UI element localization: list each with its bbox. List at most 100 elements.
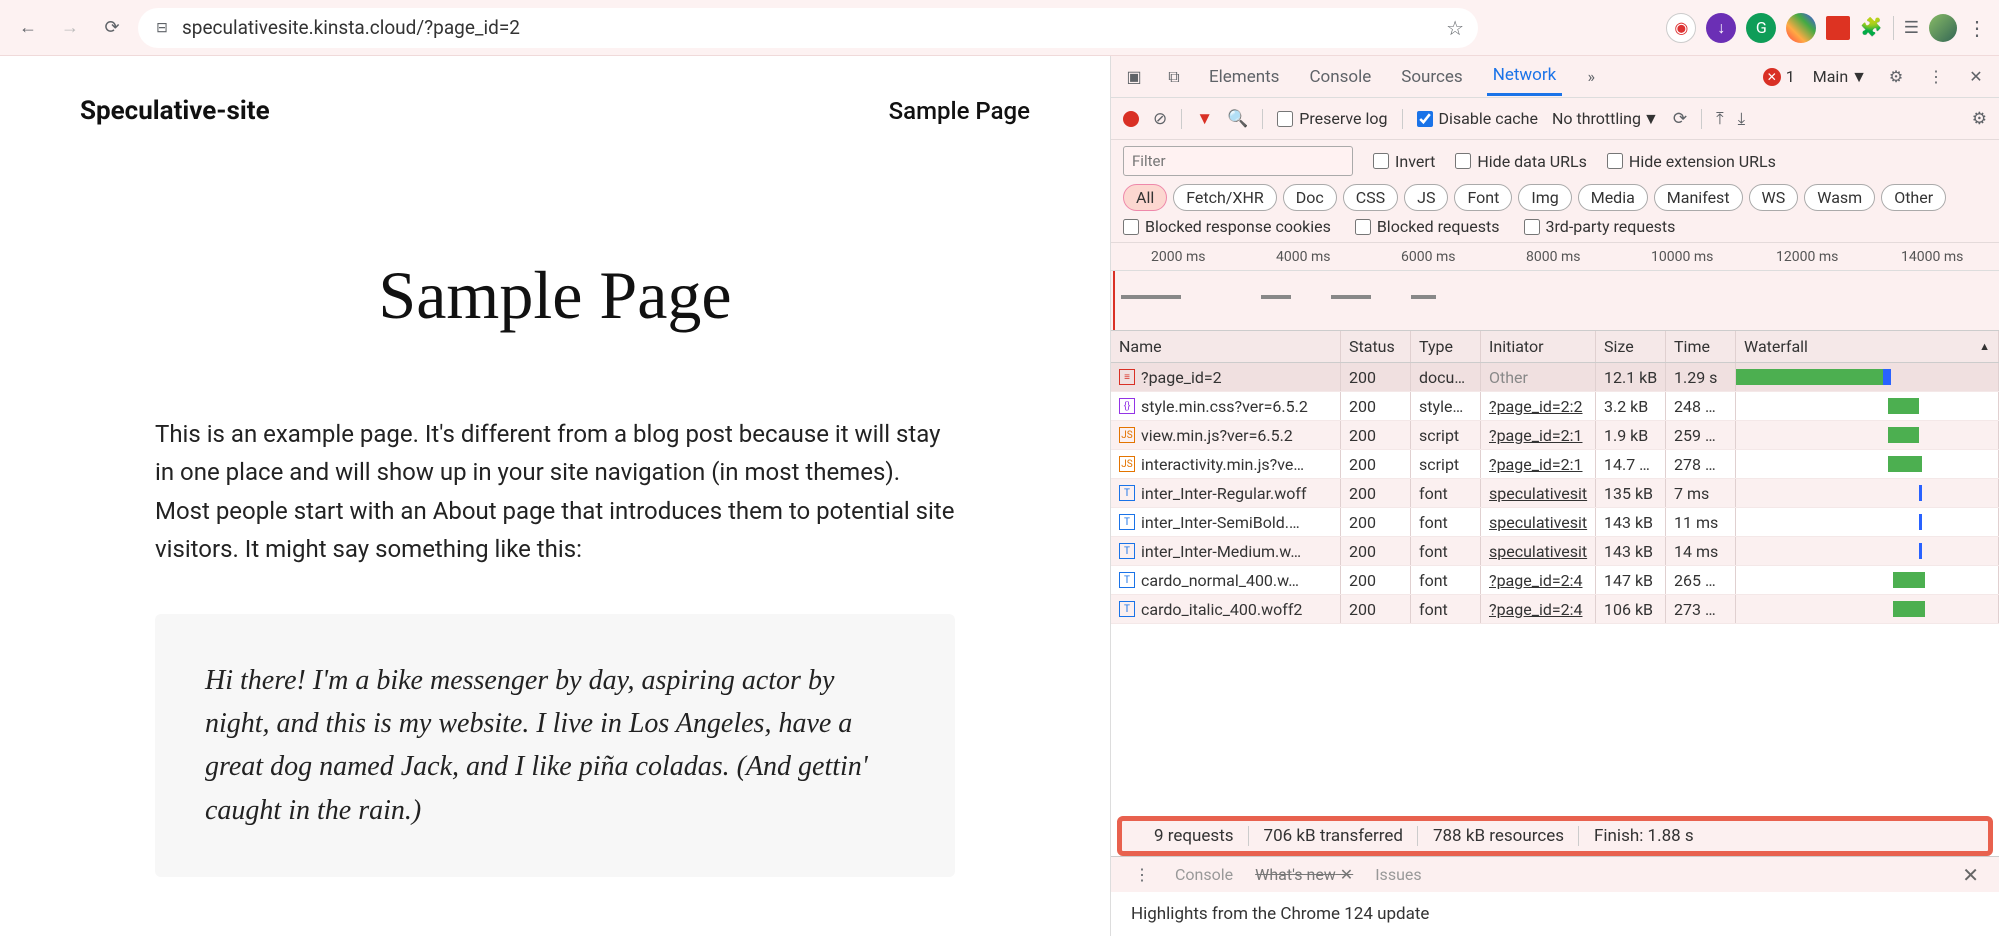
extensions-menu-icon[interactable]: 🧩 (1860, 17, 1882, 38)
timeline-tick: 8000 ms (1526, 249, 1580, 265)
network-row[interactable]: Tinter_Inter-Regular.woff200fontspeculat… (1111, 479, 1999, 508)
network-conditions-icon[interactable]: ⟳ (1673, 109, 1687, 129)
summary-finish: Finish: 1.88 s (1580, 826, 1708, 846)
filter-input[interactable] (1123, 146, 1353, 176)
drawer-tab-whatsnew[interactable]: What's new ✕ (1255, 865, 1353, 884)
hide-data-urls-checkbox[interactable]: Hide data URLs (1455, 152, 1587, 171)
filter-chip-manifest[interactable]: Manifest (1654, 184, 1743, 211)
browser-menu-icon[interactable]: ⋮ (1967, 16, 1987, 40)
timeline-overview[interactable] (1111, 271, 1999, 331)
col-time[interactable]: Time (1666, 331, 1736, 362)
tab-elements[interactable]: Elements (1203, 59, 1285, 95)
col-name[interactable]: Name (1111, 331, 1341, 362)
intro-paragraph: This is an example page. It's different … (125, 415, 985, 569)
font-file-icon: T (1119, 572, 1135, 588)
settings-gear-icon[interactable]: ⚙ (1885, 66, 1907, 88)
invert-checkbox[interactable]: Invert (1373, 152, 1435, 171)
url-text: speculativesite.kinsta.cloud/?page_id=2 (182, 16, 520, 39)
blocked-cookies-checkbox[interactable]: Blocked response cookies (1123, 217, 1331, 236)
preserve-log-checkbox[interactable]: Preserve log (1277, 109, 1387, 128)
extension-icon-1[interactable]: ◉ (1666, 13, 1696, 43)
timeline-tick: 4000 ms (1276, 249, 1330, 265)
devtools-menu-icon[interactable]: ⋮ (1925, 66, 1947, 88)
doc-file-icon: ≡ (1119, 369, 1135, 385)
site-info-icon[interactable]: ⊟ (152, 18, 172, 38)
filter-chip-all[interactable]: All (1123, 184, 1167, 211)
more-tabs-icon[interactable]: » (1580, 66, 1602, 88)
summary-requests: 9 requests (1140, 826, 1249, 846)
blocked-requests-checkbox[interactable]: Blocked requests (1355, 217, 1500, 236)
error-indicator[interactable]: ✕ 1 (1763, 67, 1795, 86)
filter-chip-fetchxhr[interactable]: Fetch/XHR (1173, 184, 1277, 211)
col-size[interactable]: Size (1596, 331, 1666, 362)
reading-list-icon[interactable]: ☰ (1904, 18, 1919, 38)
upload-har-icon[interactable]: ⤒ (1716, 109, 1724, 129)
col-initiator[interactable]: Initiator (1481, 331, 1596, 362)
drawer-menu-icon[interactable]: ⋮ (1131, 864, 1153, 886)
extension-icon-3[interactable]: G (1746, 13, 1776, 43)
network-row[interactable]: Tinter_Inter-SemiBold.…200fontspeculativ… (1111, 508, 1999, 537)
network-row[interactable]: ≡?page_id=2200docu…Other12.1 kB1.29 s (1111, 363, 1999, 392)
search-icon[interactable]: 🔍 (1227, 109, 1248, 129)
extension-icon-4[interactable] (1786, 13, 1816, 43)
error-count: 1 (1786, 67, 1795, 86)
forward-button[interactable]: → (54, 12, 86, 44)
disable-cache-checkbox[interactable]: Disable cache (1417, 109, 1538, 128)
tab-sources[interactable]: Sources (1395, 59, 1468, 95)
clear-icon[interactable]: ⊘ (1153, 109, 1167, 129)
extension-icon-2[interactable]: ↓ (1706, 13, 1736, 43)
summary-transferred: 706 kB transferred (1250, 826, 1418, 846)
network-row[interactable]: JSinteractivity.min.js?ve…200script?page… (1111, 450, 1999, 479)
bookmark-star-icon[interactable]: ☆ (1446, 16, 1464, 40)
timeline-tick: 6000 ms (1401, 249, 1455, 265)
filter-chip-ws[interactable]: WS (1749, 184, 1799, 211)
filter-chip-css[interactable]: CSS (1343, 184, 1398, 211)
network-row[interactable]: Tcardo_normal_400.w…200font?page_id=2:41… (1111, 566, 1999, 595)
network-row[interactable]: {}style.min.css?ver=6.5.2200style…?page_… (1111, 392, 1999, 421)
filter-chip-js[interactable]: JS (1404, 184, 1448, 211)
hide-extension-urls-checkbox[interactable]: Hide extension URLs (1607, 152, 1776, 171)
drawer-tab-console[interactable]: Console (1175, 865, 1233, 884)
filter-chip-img[interactable]: Img (1518, 184, 1571, 211)
filter-chip-media[interactable]: Media (1578, 184, 1648, 211)
font-file-icon: T (1119, 485, 1135, 501)
devtools-panel: ▣ ⧉ Elements Console Sources Network » ✕… (1110, 56, 1999, 936)
col-waterfall[interactable]: Waterfall▲ (1736, 331, 1999, 362)
error-badge-icon: ✕ (1763, 68, 1781, 86)
download-har-icon[interactable]: ⤓ (1738, 109, 1746, 129)
tab-console[interactable]: Console (1303, 59, 1377, 95)
inspect-icon[interactable]: ▣ (1123, 66, 1145, 88)
back-button[interactable]: ← (12, 12, 44, 44)
network-row[interactable]: JSview.min.js?ver=6.5.2200script?page_id… (1111, 421, 1999, 450)
filter-chip-font[interactable]: Font (1454, 184, 1512, 211)
network-settings-icon[interactable]: ⚙ (1972, 109, 1987, 129)
third-party-checkbox[interactable]: 3rd-party requests (1524, 217, 1676, 236)
address-bar[interactable]: ⊟ speculativesite.kinsta.cloud/?page_id=… (138, 8, 1478, 48)
network-row[interactable]: Tcardo_italic_400.woff2200font?page_id=2… (1111, 595, 1999, 624)
extension-icon-5[interactable] (1826, 16, 1850, 40)
devtools-tabs: ▣ ⧉ Elements Console Sources Network » ✕… (1111, 56, 1999, 98)
reload-button[interactable]: ⟳ (96, 12, 128, 44)
filter-chip-doc[interactable]: Doc (1283, 184, 1337, 211)
nav-link-sample-page[interactable]: Sample Page (889, 97, 1030, 125)
drawer-close-icon[interactable]: ✕ (1962, 863, 1979, 887)
tab-network[interactable]: Network (1487, 57, 1563, 96)
filter-icon[interactable]: ▼ (1196, 109, 1213, 129)
profile-avatar[interactable] (1929, 14, 1957, 42)
filter-chip-other[interactable]: Other (1881, 184, 1946, 211)
drawer-tab-issues[interactable]: Issues (1375, 865, 1421, 884)
font-file-icon: T (1119, 514, 1135, 530)
network-toolbar: ⊘ ▼ 🔍 Preserve log Disable cache No thro… (1111, 98, 1999, 140)
target-selector[interactable]: Main▼ (1813, 67, 1867, 87)
throttling-select[interactable]: No throttling ▼ (1552, 109, 1659, 129)
devtools-close-icon[interactable]: ✕ (1965, 66, 1987, 88)
filter-chip-wasm[interactable]: Wasm (1804, 184, 1875, 211)
col-status[interactable]: Status (1341, 331, 1411, 362)
site-title[interactable]: Speculative-site (80, 96, 270, 126)
css-file-icon: {} (1119, 398, 1135, 414)
record-button[interactable] (1123, 111, 1139, 127)
network-summary-bar: 9 requests 706 kB transferred 788 kB res… (1117, 816, 1993, 856)
device-toggle-icon[interactable]: ⧉ (1163, 66, 1185, 88)
col-type[interactable]: Type (1411, 331, 1481, 362)
network-row[interactable]: Tinter_Inter-Medium.w…200fontspeculative… (1111, 537, 1999, 566)
